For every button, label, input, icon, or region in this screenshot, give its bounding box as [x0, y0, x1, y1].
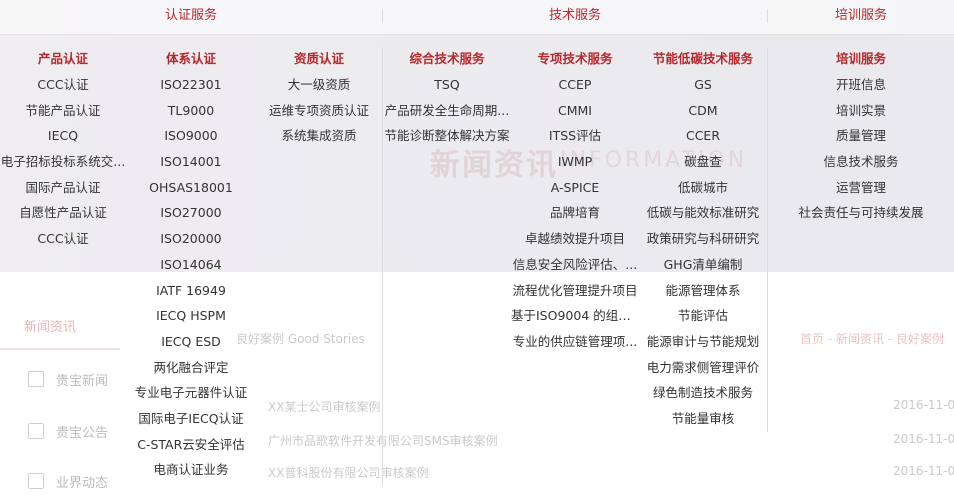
- menu-item[interactable]: 产品研发全生命周期...: [383, 98, 511, 124]
- tab-technical-services[interactable]: 技术服务: [383, 0, 767, 34]
- menu-item[interactable]: 政策研究与科研研究: [639, 226, 767, 252]
- menu-item[interactable]: 流程优化管理提升项目: [511, 278, 639, 304]
- menu-item[interactable]: GS: [639, 72, 767, 98]
- menu-item[interactable]: IATF 16949: [126, 278, 256, 304]
- breadcrumb: 首页 - 新闻资讯 - 良好案例: [800, 332, 944, 346]
- menu-column-title[interactable]: 资质认证: [256, 48, 382, 72]
- menu-item[interactable]: 电商认证业务: [126, 457, 256, 483]
- menu-item[interactable]: 节能量审核: [639, 406, 767, 432]
- background-sidebar: 新闻资讯 贵宝新闻 贵宝公告 业界动态: [0, 272, 120, 491]
- menu-column-title[interactable]: 培训服务: [768, 48, 954, 72]
- list-item-date: 2016-11-09: [893, 432, 954, 446]
- menu-item[interactable]: 电力需求侧管理评价: [639, 355, 767, 381]
- menu-item[interactable]: 运营管理: [768, 175, 954, 201]
- menu-column-system-certification: 体系认证 ISO22301 TL9000 ISO9000 ISO14001 OHSAS18…: [126, 48, 256, 483]
- tab-training-services[interactable]: 培训服务: [768, 0, 954, 34]
- menu-item[interactable]: 大一级资质: [256, 72, 382, 98]
- menu-column-title[interactable]: 产品认证: [0, 48, 126, 72]
- menu-item[interactable]: 基于ISO9004 的组织...: [511, 303, 639, 329]
- menu-item[interactable]: IECQ: [0, 123, 126, 149]
- menu-item[interactable]: 品牌培育: [511, 200, 639, 226]
- chat-icon: [28, 473, 44, 489]
- menu-item[interactable]: 国际产品认证: [0, 175, 126, 201]
- menu-item[interactable]: IWMP: [511, 149, 639, 175]
- menu-column-qualification-certification: 资质认证 大一级资质 运维专项资质认证 系统集成资质: [256, 48, 382, 149]
- menu-item[interactable]: 质量管理: [768, 123, 954, 149]
- list-item-title[interactable]: XX某士公司审核案例: [268, 398, 380, 415]
- menu-item[interactable]: ITSS评估: [511, 123, 639, 149]
- menu-item[interactable]: 专业的供应链管理项...: [511, 329, 639, 355]
- menu-column-energy-low-carbon-services: 节能低碳技术服务 GS CDM CCER 碳盘查 低碳城市 低碳与能效标准研究 政策研究与科研…: [639, 48, 767, 432]
- menu-column-product-certification: 产品认证 CCC认证 节能产品认证 IECQ 电子招标投标系统交... 国际产品认证 自愿性…: [0, 48, 126, 252]
- menu-item[interactable]: 低碳城市: [639, 175, 767, 201]
- menu-item[interactable]: ISO9000: [126, 123, 256, 149]
- sidebar-item-industry[interactable]: 业界动态: [0, 458, 120, 504]
- menu-item[interactable]: 能源审计与节能规划: [639, 329, 767, 355]
- menu-item[interactable]: CCEP: [511, 72, 639, 98]
- menu-column-training-services: 培训服务 开班信息 培训实景 质量管理 信息技术服务 运营管理 社会责任与可持续发展: [768, 48, 954, 226]
- menu-column-special-technical-services: 专项技术服务 CCEP CMMI ITSS评估 IWMP A-SPICE 品牌培育 卓越绩效提…: [511, 48, 639, 355]
- menu-item[interactable]: ISO27000: [126, 200, 256, 226]
- menu-item[interactable]: 碳盘查: [639, 149, 767, 175]
- sidebar-item-news[interactable]: 新闻资讯: [0, 302, 120, 350]
- menu-item[interactable]: ISO14001: [126, 149, 256, 175]
- menu-item[interactable]: CCC认证: [0, 226, 126, 252]
- menu-item[interactable]: 开班信息: [768, 72, 954, 98]
- menu-item[interactable]: 专业电子元器件认证: [126, 380, 256, 406]
- menu-item[interactable]: 节能评估: [639, 303, 767, 329]
- menu-item[interactable]: 信息安全风险评估、...: [511, 252, 639, 278]
- menu-item[interactable]: ISO22301: [126, 72, 256, 98]
- menu-item[interactable]: 绿色制造技术服务: [639, 380, 767, 406]
- menu-column-title[interactable]: 体系认证: [126, 48, 256, 72]
- mega-menu-header: 认证服务 技术服务 培训服务: [0, 0, 954, 35]
- menu-item[interactable]: OHSAS18001: [126, 175, 256, 201]
- menu-column-title[interactable]: 节能低碳技术服务: [639, 48, 767, 72]
- menu-item[interactable]: IECQ ESD: [126, 329, 256, 355]
- menu-item[interactable]: TSQ: [383, 72, 511, 98]
- menu-item[interactable]: GHG清单编制: [639, 252, 767, 278]
- menu-item[interactable]: CCER: [639, 123, 767, 149]
- menu-item[interactable]: 培训实景: [768, 98, 954, 124]
- menu-item[interactable]: 国际电子IECQ认证: [126, 406, 256, 432]
- menu-item[interactable]: 低碳与能效标准研究: [639, 200, 767, 226]
- menu-column-integrated-technical-services: 综合技术服务 TSQ 产品研发全生命周期... 节能诊断整体解决方案: [383, 48, 511, 149]
- menu-item[interactable]: 社会责任与可持续发展: [768, 200, 954, 226]
- list-item-date: 2016-11-09: [893, 398, 954, 412]
- menu-item[interactable]: 卓越绩效提升项目: [511, 226, 639, 252]
- menu-item[interactable]: ISO20000: [126, 226, 256, 252]
- menu-item[interactable]: CMMI: [511, 98, 639, 124]
- megaphone-icon: [28, 423, 44, 439]
- document-icon: [28, 371, 44, 387]
- menu-item[interactable]: A-SPICE: [511, 175, 639, 201]
- menu-item[interactable]: 信息技术服务: [768, 149, 954, 175]
- menu-item[interactable]: 自愿性产品认证: [0, 200, 126, 226]
- sidebar-item-announcements[interactable]: 贵宝公告: [0, 408, 120, 454]
- menu-column-title[interactable]: 专项技术服务: [511, 48, 639, 72]
- menu-item[interactable]: 电子招标投标系统交...: [0, 149, 126, 175]
- menu-item[interactable]: ISO14064: [126, 252, 256, 278]
- menu-item[interactable]: IECQ HSPM: [126, 303, 256, 329]
- list-item-date: 2016-11-09: [893, 464, 954, 478]
- menu-item[interactable]: 能源管理体系: [639, 278, 767, 304]
- menu-column-title[interactable]: 综合技术服务: [383, 48, 511, 72]
- menu-item[interactable]: 节能诊断整体解决方案: [383, 123, 511, 149]
- menu-item[interactable]: 运维专项资质认证: [256, 98, 382, 124]
- menu-item[interactable]: 节能产品认证: [0, 98, 126, 124]
- menu-item[interactable]: CCC认证: [0, 72, 126, 98]
- menu-item[interactable]: 系统集成资质: [256, 123, 382, 149]
- list-item-title[interactable]: XX普科股份有限公司审核案例: [268, 464, 428, 481]
- menu-item[interactable]: C-STAR云安全评估: [126, 432, 256, 458]
- menu-item[interactable]: 两化融合评定: [126, 355, 256, 381]
- tab-certification-services[interactable]: 认证服务: [0, 0, 382, 34]
- menu-item[interactable]: CDM: [639, 98, 767, 124]
- menu-item[interactable]: TL9000: [126, 98, 256, 124]
- sidebar-item-company-news[interactable]: 贵宝新闻: [0, 356, 120, 402]
